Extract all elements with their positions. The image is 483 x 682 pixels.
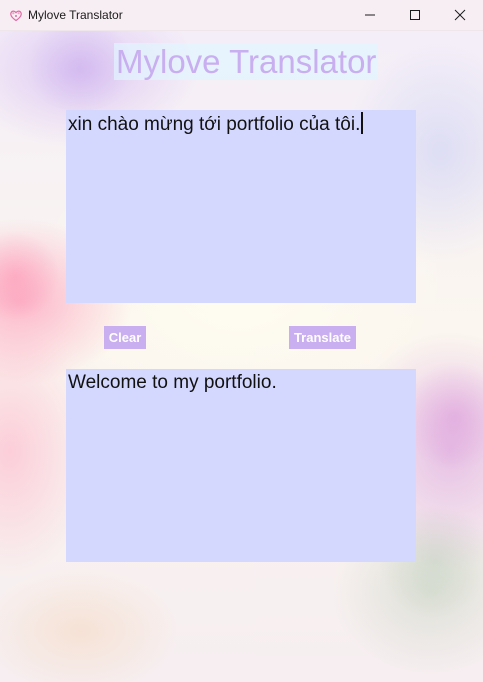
heart-flower-icon [8,7,24,23]
app-background: Mylove Translator xin chào mừng tới port… [0,31,483,682]
translate-button[interactable]: Translate [289,326,356,349]
minimize-button[interactable] [347,0,393,30]
close-icon [454,9,466,21]
clear-button[interactable]: Clear [104,326,146,349]
close-button[interactable] [437,0,483,30]
translation-output-value: Welcome to my portfolio. [68,372,277,393]
app-window: Mylove Translator Mylove Translator xin … [0,0,483,682]
text-caret [361,112,364,134]
source-text-input[interactable]: xin chào mừng tới portfolio của tôi. [66,110,416,303]
maximize-button[interactable] [392,0,438,30]
title-bar[interactable]: Mylove Translator [0,0,483,31]
minimize-icon [365,14,375,16]
app-heading: Mylove Translator [114,43,379,80]
background-blossom [0,231,60,321]
translation-output[interactable]: Welcome to my portfolio. [66,369,416,562]
maximize-icon [410,10,420,20]
source-text-value: xin chào mừng tới portfolio của tôi. [68,114,361,135]
window-title: Mylove Translator [28,8,123,22]
